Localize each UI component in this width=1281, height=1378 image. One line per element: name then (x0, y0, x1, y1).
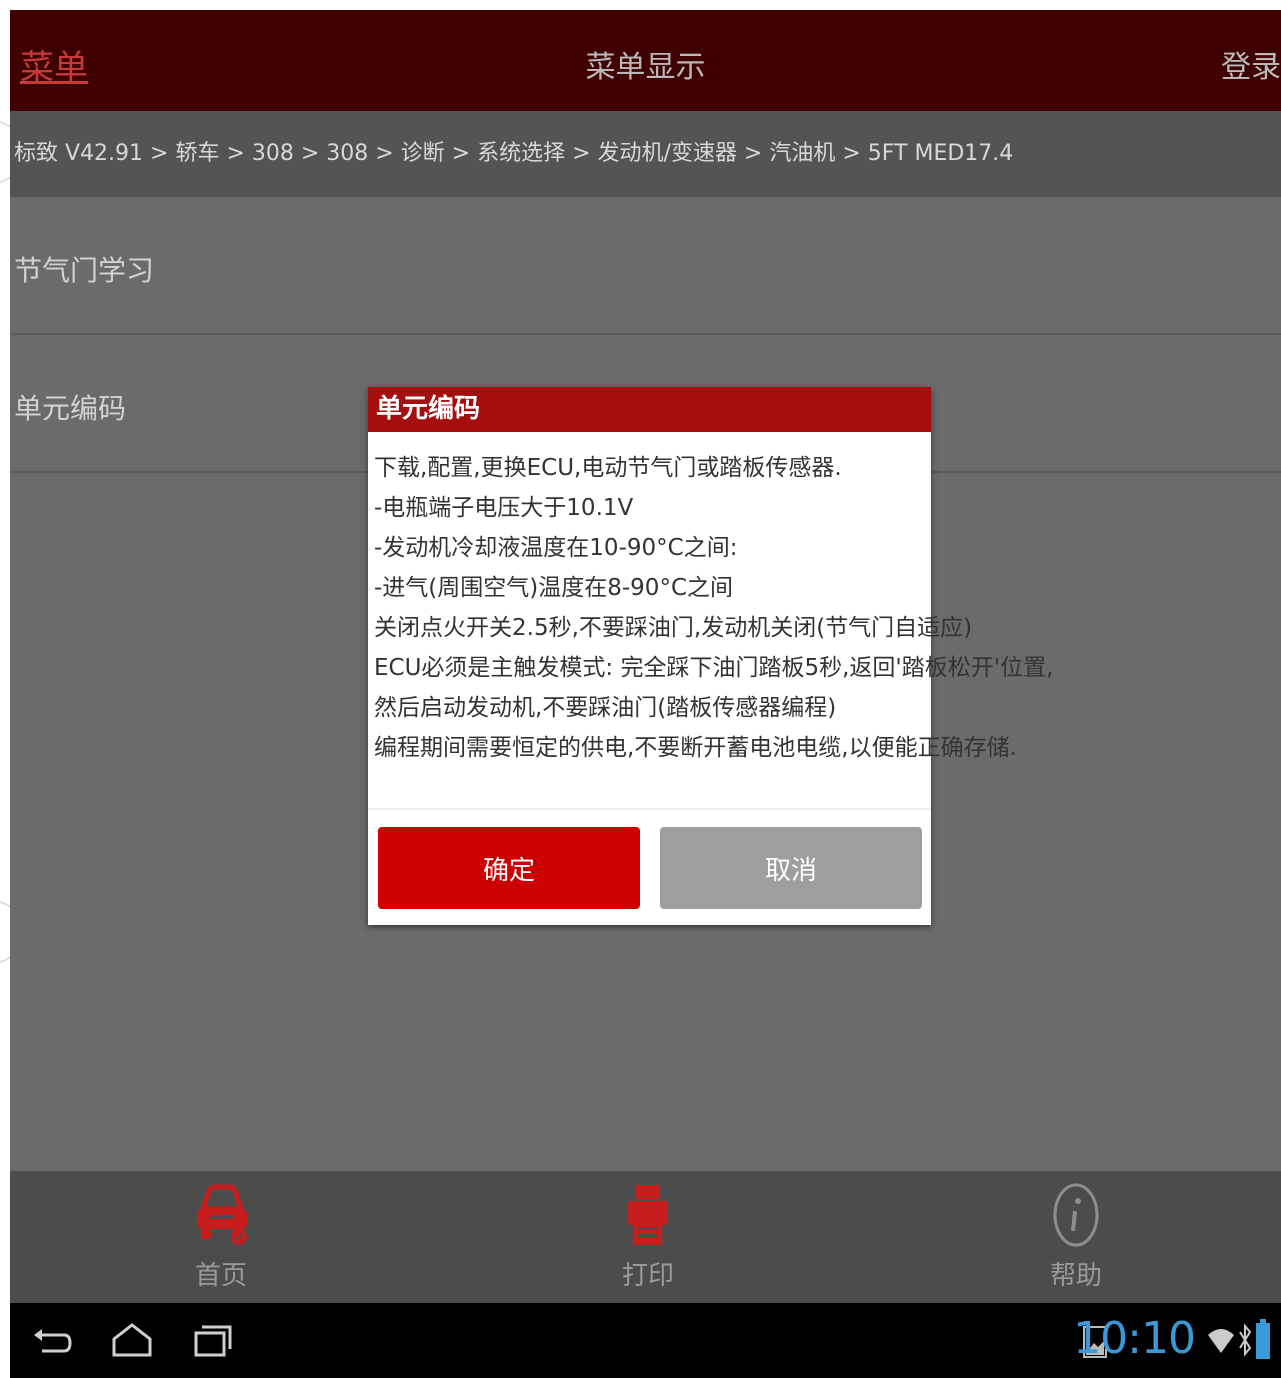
login-link[interactable]: 登录 (1221, 42, 1281, 86)
unit-coding-dialog: 单元编码 下载,配置,更换ECU,电动节气门或踏板传感器. -电瓶端子电压大于1… (368, 387, 1054, 925)
dialog-line: ECU必须是主触发模式: 完全踩下油门踏板5秒,返回'踏板松开'位置, (374, 655, 1054, 681)
dialog-message: 下载,配置,更换ECU,电动节气门或踏板传感器. -电瓶端子电压大于10.1V … (368, 432, 1054, 810)
page-title: 菜单显示 (585, 50, 706, 85)
dialog-title: 单元编码 (368, 387, 931, 432)
recent-apps-icon[interactable] (190, 1321, 234, 1361)
printer-icon (628, 1185, 668, 1245)
dialog-line: -电瓶端子电压大于10.1V (374, 495, 634, 521)
list-item-label: 单元编码 (14, 392, 127, 425)
dialog-line: 关闭点火开关2.5秒,不要踩油门,发动机关闭(节气门自适应) (374, 615, 973, 641)
dialog-footer: 确定 取消 (368, 810, 931, 941)
bluetooth-icon (1239, 1323, 1252, 1357)
list-item-throttle-learning[interactable]: 节气门学习 (10, 197, 1281, 335)
system-nav-bar: 10:10 (10, 1303, 1281, 1378)
document-strip (0, 0, 1281, 10)
top-bar: 菜单 菜单显示 登录 (10, 10, 1281, 111)
print-label: 打印 (621, 1261, 674, 1291)
help-button[interactable]: 帮助 (1016, 1181, 1136, 1292)
print-button[interactable]: 打印 (588, 1181, 708, 1292)
info-icon (1053, 1183, 1099, 1247)
home-button[interactable]: 首页 (161, 1181, 281, 1292)
back-icon[interactable] (30, 1321, 74, 1361)
cancel-button[interactable]: 取消 (660, 827, 922, 909)
dialog-line: 下载,配置,更换ECU,电动节气门或踏板传感器. (374, 455, 842, 481)
home-icon[interactable] (110, 1321, 154, 1361)
tablet-screen: 菜单 菜单显示 登录 标致 V42.91 > 轿车 > 308 > 308 > … (10, 10, 1281, 1378)
home-label: 首页 (194, 1261, 247, 1291)
dialog-line: -进气(周围空气)温度在8-90°C之间 (374, 575, 734, 601)
confirm-button[interactable]: 确定 (378, 827, 640, 909)
dialog-line: 然后启动发动机,不要踩油门(踏板传感器编程) (374, 695, 837, 721)
help-label: 帮助 (1049, 1261, 1102, 1291)
list-item-label: 节气门学习 (14, 254, 155, 287)
battery-icon (1256, 1319, 1270, 1359)
dialog-line: 编程期间需要恒定的供电,不要断开蓄电池电缆,以便能正确存储. (374, 735, 1017, 761)
bottom-toolbar: 首页 打印 帮助 (10, 1171, 1281, 1303)
wifi-icon (1208, 1329, 1234, 1353)
dialog-line: -发动机冷却液温度在10-90°C之间: (374, 535, 738, 561)
breadcrumb: 标致 V42.91 > 轿车 > 308 > 308 > 诊断 > 系统选择 >… (10, 111, 1281, 197)
clock: 10:10 (1073, 1313, 1196, 1364)
car-diagnostic-icon (197, 1184, 247, 1245)
